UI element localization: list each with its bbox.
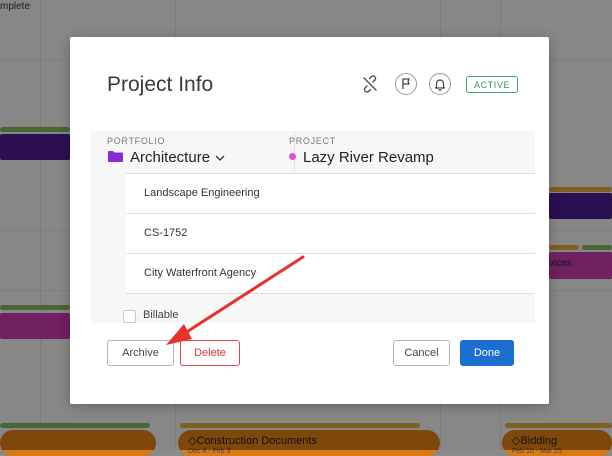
archive-button[interactable]: Archive <box>107 340 174 366</box>
project-info-modal: Project Info ACTIVE PORTFOLIO Architectu… <box>70 37 549 404</box>
project-number-field[interactable]: CS-1752 <box>126 214 535 254</box>
done-button[interactable]: Done <box>460 340 514 366</box>
folder-icon <box>108 151 123 162</box>
billable-checkbox[interactable] <box>123 310 136 323</box>
project-name-field[interactable]: Lazy River Revamp <box>303 149 513 166</box>
cancel-button[interactable]: Cancel <box>393 340 450 366</box>
portfolio-select[interactable]: Architecture <box>130 149 225 166</box>
project-number-value: CS-1752 <box>144 227 188 239</box>
chevron-down-icon <box>215 155 225 161</box>
delete-button[interactable]: Delete <box>180 340 240 366</box>
bell-icon[interactable] <box>429 73 451 95</box>
modal-title: Project Info <box>107 73 214 96</box>
client-value: City Waterfront Agency <box>144 267 257 279</box>
flag-icon[interactable] <box>395 73 417 95</box>
status-badge[interactable]: ACTIVE <box>466 76 519 93</box>
unlink-icon[interactable] <box>359 73 381 95</box>
portfolio-value: Architecture <box>130 149 211 166</box>
client-field[interactable]: City Waterfront Agency <box>126 254 535 294</box>
description-value: Landscape Engineering <box>144 187 260 199</box>
description-field[interactable]: Landscape Engineering <box>126 174 535 214</box>
project-details-section: PORTFOLIO Architecture PROJECT Lazy Rive… <box>91 131 535 323</box>
portfolio-label: PORTFOLIO <box>107 136 166 146</box>
project-color-dot <box>289 153 296 160</box>
project-label: PROJECT <box>289 136 336 146</box>
billable-label[interactable]: Billable <box>143 309 178 321</box>
